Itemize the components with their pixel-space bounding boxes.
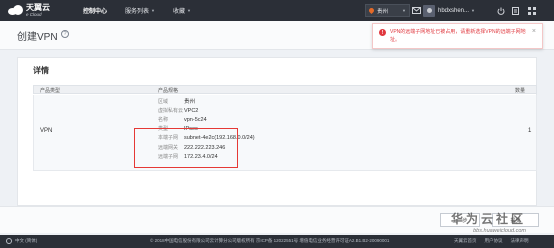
spec-item-remote-gateway: 远端网关 222.222.223.246	[158, 145, 226, 151]
close-icon[interactable]: ×	[532, 28, 536, 35]
nav-favorites[interactable]: 收藏 ▼	[164, 0, 200, 21]
error-toast: ! VPN的远端子网地址已被占用，请重新选择VPN的远端子网地址。 ×	[372, 23, 543, 49]
quantity-cell: 1	[528, 128, 532, 134]
document-icon[interactable]	[510, 5, 521, 16]
footer: 中文 (简体) © 2018中国电信股份有限公司云计算分公司版权所有 京ICP备…	[0, 235, 554, 248]
footer-link-agreement[interactable]: 用户协议	[485, 238, 503, 244]
error-icon: !	[379, 29, 386, 36]
product-type-cell: VPN	[40, 128, 53, 134]
grid-icon[interactable]	[526, 5, 537, 16]
help-icon[interactable]: ?	[61, 30, 69, 38]
chevron-down-icon: ▼	[151, 8, 155, 13]
user-menu[interactable]: hbdxshen... ▼	[423, 0, 475, 21]
chevron-down-icon: ▼	[402, 8, 406, 13]
spec-item: 虚拟私有云 VPC2	[158, 108, 199, 114]
table-header: 产品类型 产品规格 数量	[33, 85, 537, 94]
power-icon[interactable]	[495, 5, 506, 16]
action-bar: 上一步 提交	[0, 206, 554, 233]
nav-console[interactable]: 控制中心	[74, 0, 116, 21]
footer-link-legal[interactable]: 法律声明	[511, 238, 529, 244]
spec-item: 类型 IPsec	[158, 126, 198, 132]
error-message: VPN的远端子网地址已被占用，请重新选择VPN的远端子网地址。	[390, 29, 526, 43]
column-header-type: 产品类型	[40, 88, 61, 94]
column-header-qty: 数量	[515, 88, 526, 94]
avatar	[423, 4, 435, 17]
column-header-spec: 产品规格	[158, 88, 179, 94]
cloud-logo-icon	[8, 5, 23, 16]
footer-link-home[interactable]: 天翼云首页	[454, 238, 477, 244]
details-panel: 详情 产品类型 产品规格 数量 VPN 区域 贵州 虚拟私有云 VPC2 名称 …	[17, 57, 537, 206]
page-title: 创建VPN	[17, 32, 58, 43]
footer-links: 天翼云首页 用户协议 法律声明	[454, 238, 529, 244]
top-navbar: 天翼云 e Cloud 控制中心 服务列表 ▼ 收藏 ▼ 贵州 ▼ hbdxsh…	[0, 0, 554, 21]
spec-item: 名称 vpn-5c24	[158, 117, 207, 123]
copyright-text: © 2018中国电信股份有限公司云计算分公司版权所有 京ICP备 1202255…	[150, 238, 390, 243]
spec-item: 本端子网 subnet-4e2c(192.168.0.0/24)	[158, 135, 255, 141]
chevron-down-icon: ▼	[471, 8, 475, 13]
message-icon[interactable]	[411, 5, 422, 16]
globe-icon	[6, 238, 12, 244]
previous-button[interactable]: 上一步	[440, 213, 480, 227]
logo-text: 天翼云	[26, 2, 50, 12]
logo-subtext: e Cloud	[26, 11, 42, 17]
language-selector[interactable]: 中文 (简体)	[6, 238, 37, 244]
username: hbdxshen...	[438, 7, 470, 14]
chevron-down-icon: ▼	[187, 8, 191, 13]
table-row: VPN 区域 贵州 虚拟私有云 VPC2 名称 vpn-5c24 类型 IPse…	[33, 95, 537, 171]
spec-item: 区域 贵州	[158, 99, 196, 105]
section-title: 详情	[33, 66, 49, 75]
region-selector[interactable]: 贵州 ▼	[365, 4, 410, 17]
region-label: 贵州	[377, 8, 389, 15]
submit-button[interactable]: 提交	[492, 213, 539, 227]
nav-service-list[interactable]: 服务列表 ▼	[116, 0, 164, 21]
location-pin-icon	[367, 6, 376, 15]
spec-item-remote-subnet: 远端子网 172.23.4.0/24	[158, 154, 218, 160]
logo[interactable]: 天翼云 e Cloud	[0, 0, 74, 21]
